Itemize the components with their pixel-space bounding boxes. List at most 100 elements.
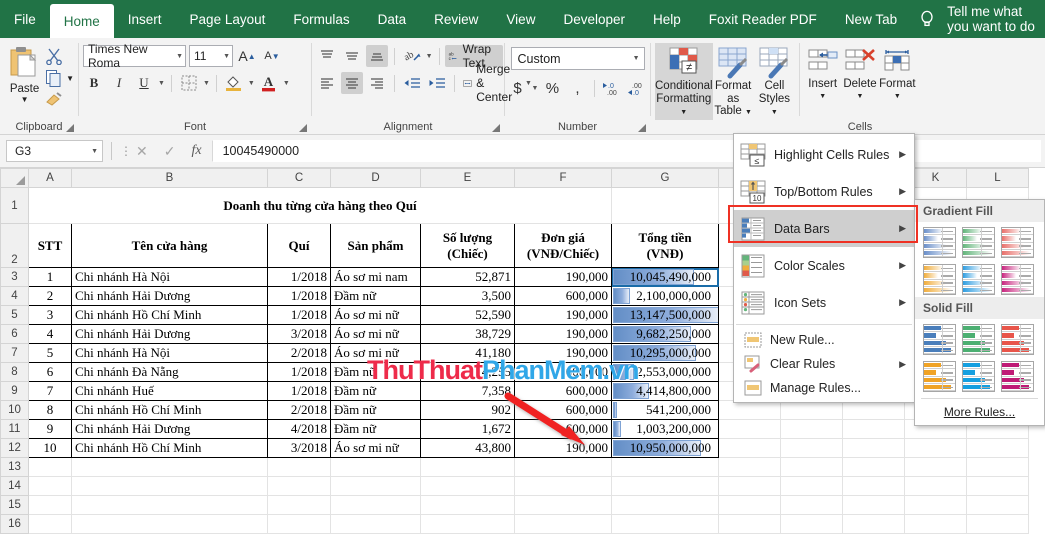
cell-empty[interactable] [842, 400, 905, 420]
cell-empty[interactable] [611, 476, 719, 496]
cell-empty[interactable] [842, 419, 905, 439]
dialog-launcher-icon[interactable] [492, 124, 501, 133]
header-cell-qui[interactable]: Quí [267, 223, 331, 268]
fx-icon[interactable]: fx [191, 143, 201, 159]
cell-empty[interactable] [267, 476, 331, 496]
gradient-fill-swatch[interactable] [962, 227, 995, 258]
cell-price[interactable]: 190,000 [514, 324, 612, 344]
menu-item-clear-rules[interactable]: Clear Rules ▶ [734, 352, 914, 376]
cell-empty[interactable] [842, 476, 905, 496]
tab-review[interactable]: Review [420, 0, 492, 38]
cell-empty[interactable] [330, 476, 421, 496]
row-header-15[interactable]: 15 [0, 495, 29, 515]
align-middle-button[interactable] [341, 45, 363, 67]
cut-button[interactable] [45, 47, 74, 65]
align-bottom-button[interactable] [366, 45, 388, 67]
tab-formulas[interactable]: Formulas [279, 0, 363, 38]
cell-empty[interactable] [267, 457, 331, 477]
cell-total[interactable]: 13,147,500,000 [611, 305, 719, 325]
chevron-down-icon[interactable]: ▼ [680, 109, 687, 116]
cell-stt[interactable]: 1 [28, 267, 72, 287]
gradient-fill-swatch[interactable] [923, 227, 956, 258]
cell-price[interactable]: 190,000 [514, 305, 612, 325]
decrease-indent-button[interactable] [401, 72, 423, 94]
cell-store[interactable]: Chi nhánh Hồ Chí Minh [71, 305, 268, 325]
header-cell-store[interactable]: Tên cửa hàng [71, 223, 268, 268]
cell-empty[interactable] [611, 495, 719, 515]
cell-empty[interactable] [904, 438, 967, 458]
font-color-button[interactable]: A [258, 72, 280, 94]
cell-empty[interactable] [718, 457, 781, 477]
row-header-8[interactable]: 8 [0, 362, 29, 382]
decrease-decimal-button[interactable]: .00.0 [626, 77, 648, 99]
cell-empty[interactable] [330, 495, 421, 515]
chevron-down-icon[interactable]: ▼ [203, 80, 210, 87]
cell-qui[interactable]: 1/2018 [267, 362, 331, 382]
cell-empty[interactable] [611, 187, 719, 224]
column-header-G[interactable]: G [611, 168, 719, 188]
cell-qui[interactable]: 1/2018 [267, 305, 331, 325]
header-cell-total[interactable]: Tổng tiền (VNĐ) [611, 223, 719, 268]
chevron-down-icon[interactable]: ▼ [283, 80, 290, 87]
menu-item-top-bottom-rules[interactable]: 10 Top/Bottom Rules ▶ [734, 173, 914, 210]
cell-empty[interactable] [842, 514, 905, 534]
chevron-down-icon[interactable]: ▼ [633, 55, 640, 62]
cell-empty[interactable] [842, 457, 905, 477]
cell-qui[interactable]: 3/2018 [267, 438, 331, 458]
dialog-launcher-icon[interactable] [66, 124, 75, 133]
cell-store[interactable]: Chi nhánh Hà Nội [71, 343, 268, 363]
row-header-3[interactable]: 3 [0, 267, 29, 287]
menu-item-highlight-cells-rules[interactable]: ≤ Highlight Cells Rules ▶ [734, 136, 914, 173]
solid-fill-swatch[interactable] [923, 361, 956, 392]
comma-style-button[interactable]: , [566, 77, 588, 99]
cell-qui[interactable]: 3/2018 [267, 324, 331, 344]
cell-empty[interactable] [780, 476, 843, 496]
cell-empty[interactable] [420, 476, 515, 496]
cell-empty[interactable] [28, 495, 72, 515]
dialog-launcher-icon[interactable] [299, 124, 308, 133]
cell-stt[interactable]: 6 [28, 362, 72, 382]
tab-help[interactable]: Help [639, 0, 695, 38]
cell-empty[interactable] [420, 457, 515, 477]
cell-empty[interactable] [71, 495, 268, 515]
fill-color-button[interactable] [223, 72, 245, 94]
cell-stt[interactable]: 9 [28, 419, 72, 439]
cell-empty[interactable] [28, 476, 72, 496]
delete-cells-button[interactable]: Delete ▼ [841, 45, 878, 103]
gradient-fill-swatch[interactable] [923, 264, 956, 295]
cell-store[interactable]: Chi nhánh Đà Nẵng [71, 362, 268, 382]
align-center-button[interactable] [341, 72, 363, 94]
solid-fill-swatch[interactable] [962, 324, 995, 355]
currency-button[interactable]: $ [507, 77, 529, 99]
cell-qui[interactable]: 1/2018 [267, 267, 331, 287]
cell-empty[interactable] [842, 438, 905, 458]
header-cell-qty[interactable]: Số lượng (Chiếc) [420, 223, 515, 268]
cell-store[interactable]: Chi nhánh Hồ Chí Minh [71, 400, 268, 420]
check-icon[interactable]: ✓ [164, 143, 176, 160]
tab-new-tab[interactable]: New Tab [831, 0, 911, 38]
cell-empty[interactable] [420, 514, 515, 534]
cell-store[interactable]: Chi nhánh Hải Dương [71, 286, 268, 306]
solid-fill-swatch[interactable] [1001, 361, 1034, 392]
cell-empty[interactable] [780, 514, 843, 534]
row-header-10[interactable]: 10 [0, 400, 29, 420]
tab-data[interactable]: Data [364, 0, 421, 38]
cell-empty[interactable] [718, 514, 781, 534]
chevron-down-icon[interactable]: ▼ [819, 91, 826, 104]
decrease-font-size-button[interactable]: A ▼ [261, 45, 283, 67]
row-header-6[interactable]: 6 [0, 324, 29, 344]
more-rules-button[interactable]: More Rules... [921, 398, 1038, 421]
cell-qui[interactable]: 2/2018 [267, 343, 331, 363]
cell-empty[interactable] [966, 495, 1029, 515]
cell-empty[interactable] [611, 514, 719, 534]
cell-empty[interactable] [780, 419, 843, 439]
cell-qty[interactable]: 3,500 [420, 286, 515, 306]
cell-store[interactable]: Chi nhánh Hà Nội [71, 267, 268, 287]
cell-stt[interactable]: 2 [28, 286, 72, 306]
percent-button[interactable]: % [541, 77, 563, 99]
conditional-formatting-button[interactable]: ≠ Conditional Formatting ▼ [655, 43, 713, 120]
copy-button[interactable]: ▼ [45, 69, 74, 87]
paste-button[interactable]: Paste ▼ [4, 41, 45, 104]
cell-qui[interactable]: 4/2018 [267, 419, 331, 439]
row-header-2[interactable]: 2 [0, 223, 29, 268]
